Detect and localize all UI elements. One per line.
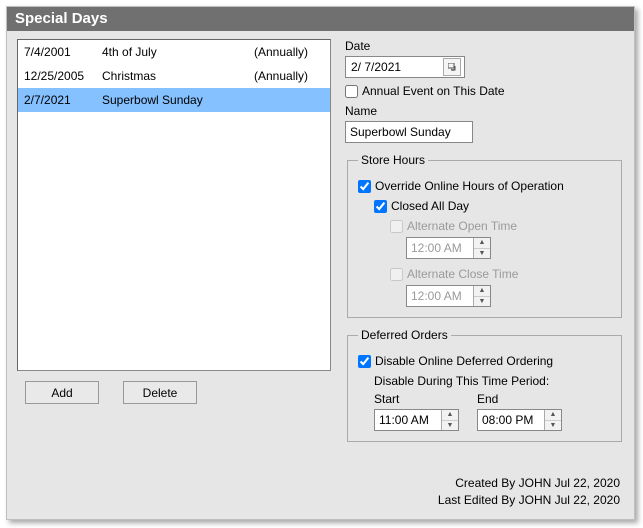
alt-open-label: Alternate Open Time: [407, 219, 517, 233]
deferred-orders-group: Deferred Orders Disable Online Deferred …: [347, 328, 622, 442]
spinner-icon: ▲▼: [473, 286, 490, 306]
deferred-orders-legend: Deferred Orders: [358, 328, 451, 342]
panel-title: Special Days: [7, 7, 634, 31]
calendar-dropdown-icon[interactable]: [443, 58, 461, 76]
delete-button[interactable]: Delete: [123, 381, 197, 404]
spinner-icon[interactable]: ▲▼: [544, 410, 561, 430]
list-item[interactable]: 2/7/2021 Superbowl Sunday: [18, 88, 330, 112]
edited-by: Last Edited By JOHN Jul 22, 2020: [438, 492, 620, 509]
override-hours-checkbox[interactable]: [358, 180, 371, 193]
date-label: Date: [345, 39, 624, 53]
closed-all-day-checkbox[interactable]: [374, 200, 387, 213]
start-time-input[interactable]: [375, 412, 441, 428]
date-picker[interactable]: 2/ 7/2021: [345, 56, 465, 78]
spinner-icon[interactable]: ▲▼: [441, 410, 458, 430]
special-days-panel: Special Days 7/4/2001 4th of July (Annua…: [6, 6, 635, 520]
alt-close-time: ▲▼: [406, 285, 491, 307]
disable-deferred-checkbox[interactable]: [358, 355, 371, 368]
special-days-list[interactable]: 7/4/2001 4th of July (Annually) 12/25/20…: [17, 39, 331, 371]
alt-close-checkbox: [390, 268, 403, 281]
store-hours-legend: Store Hours: [358, 153, 428, 167]
start-time[interactable]: ▲▼: [374, 409, 459, 431]
start-label: Start: [374, 392, 459, 406]
audit-footer: Created By JOHN Jul 22, 2020 Last Edited…: [438, 475, 620, 509]
add-button[interactable]: Add: [25, 381, 99, 404]
spinner-icon: ▲▼: [473, 238, 490, 258]
closed-all-day-label: Closed All Day: [391, 199, 469, 213]
annual-event-checkbox[interactable]: [345, 85, 358, 98]
end-label: End: [477, 392, 562, 406]
end-time[interactable]: ▲▼: [477, 409, 562, 431]
disable-period-label: Disable During This Time Period:: [374, 374, 549, 388]
name-field[interactable]: [345, 121, 473, 143]
override-hours-label: Override Online Hours of Operation: [375, 179, 564, 193]
annual-event-label: Annual Event on This Date: [362, 84, 505, 98]
name-label: Name: [345, 104, 624, 118]
created-by: Created By JOHN Jul 22, 2020: [438, 475, 620, 492]
list-item[interactable]: 7/4/2001 4th of July (Annually): [18, 40, 330, 64]
alt-open-checkbox: [390, 220, 403, 233]
end-time-input[interactable]: [478, 412, 544, 428]
alt-close-label: Alternate Close Time: [407, 267, 518, 281]
list-item[interactable]: 12/25/2005 Christmas (Annually): [18, 64, 330, 88]
store-hours-group: Store Hours Override Online Hours of Ope…: [347, 153, 622, 318]
alt-open-time: ▲▼: [406, 237, 491, 259]
date-value: 2/ 7/2021: [351, 60, 401, 74]
disable-deferred-label: Disable Online Deferred Ordering: [375, 354, 553, 368]
